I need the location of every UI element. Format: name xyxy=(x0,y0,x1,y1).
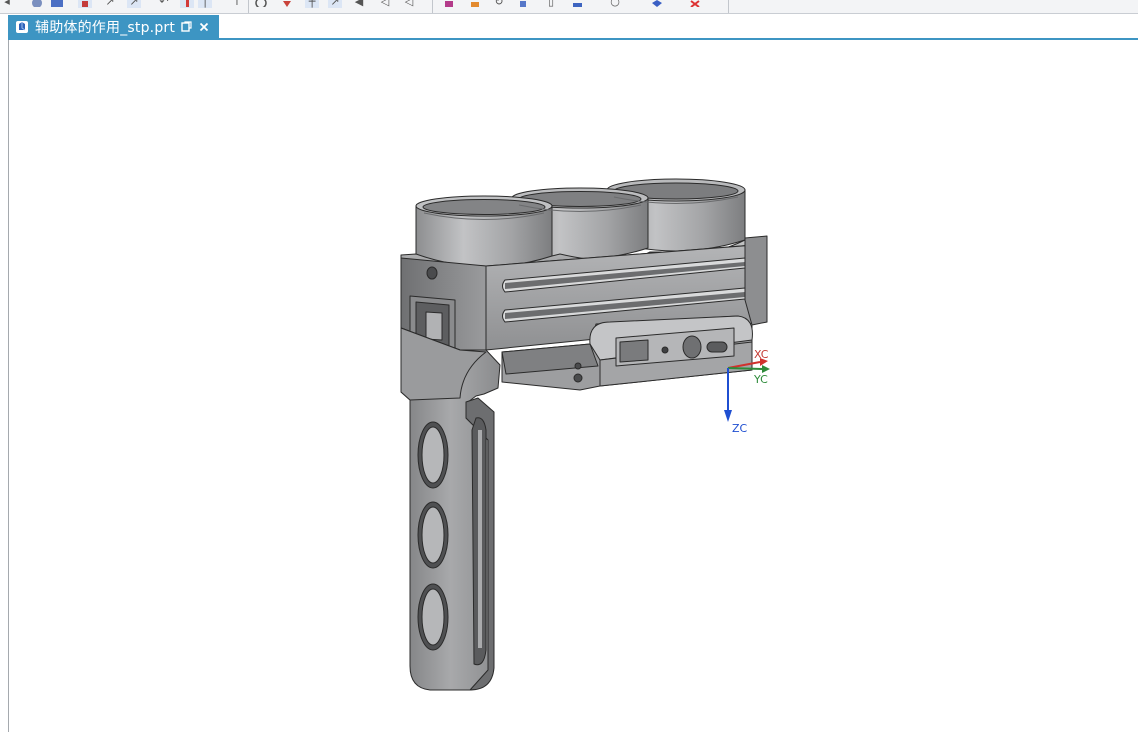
wcs-x-label: XC xyxy=(754,348,769,361)
model-render xyxy=(400,178,770,691)
grip-handle xyxy=(400,327,501,691)
camera-rig-handle-bracket[interactable] xyxy=(400,178,768,691)
wcs-z-label: ZC xyxy=(732,422,748,435)
wcs-y-label: YC xyxy=(754,373,768,386)
wcs-triad xyxy=(724,358,770,422)
